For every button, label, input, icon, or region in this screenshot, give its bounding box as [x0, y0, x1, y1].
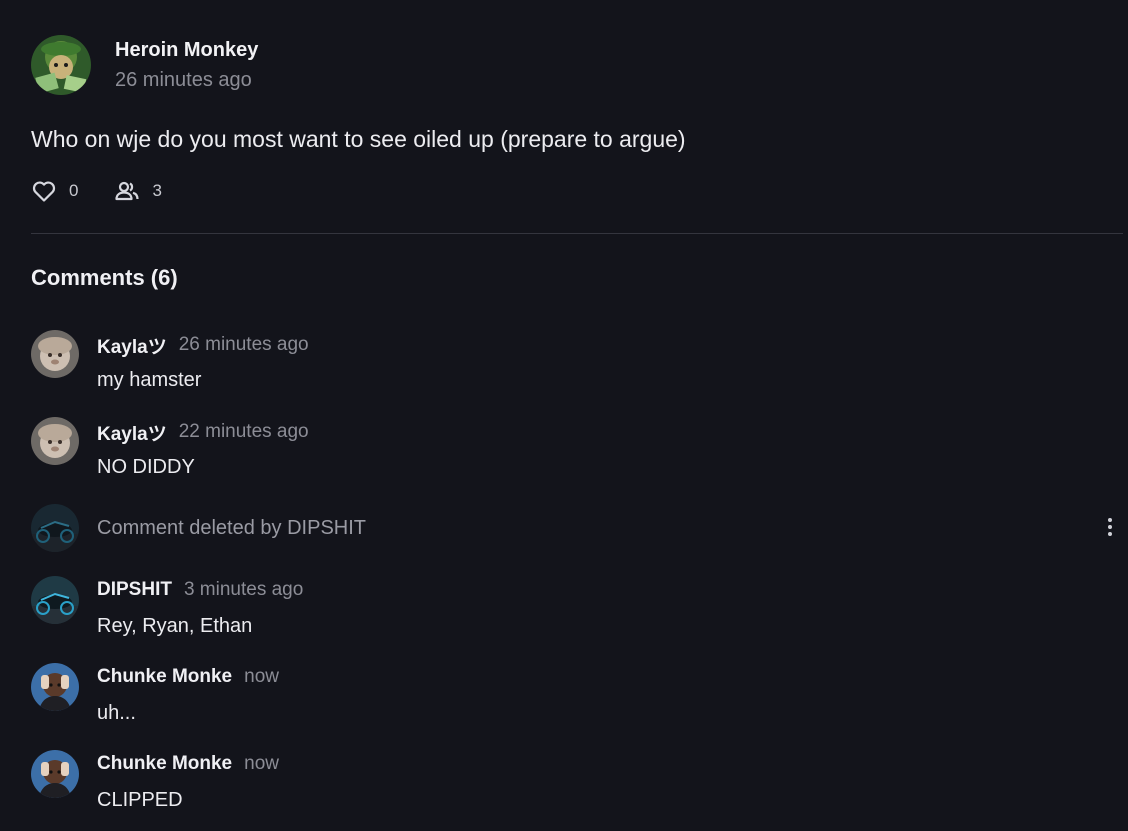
- comment-item: DIPSHIT 3 minutes ago Rey, Ryan, Ethan: [31, 576, 1123, 637]
- post-actions: 0 3: [31, 176, 162, 206]
- comment-header: DIPSHIT 3 minutes ago: [97, 576, 303, 604]
- deleted-comment-text: Comment deleted by DIPSHIT: [97, 517, 366, 539]
- section-divider: [31, 233, 1123, 234]
- post-page: Heroin Monkey 26 minutes ago Who on wje …: [0, 0, 1128, 831]
- deleted-comment-item: Comment deleted by DIPSHIT: [31, 504, 1123, 552]
- post-header: Heroin Monkey 26 minutes ago: [31, 35, 258, 95]
- comment-author-name[interactable]: DIPSHIT: [97, 579, 172, 601]
- comment-item: Chunke Monke now uh...: [31, 663, 1123, 724]
- comment-text: CLIPPED: [97, 789, 183, 811]
- comment-author-avatar[interactable]: [31, 417, 79, 465]
- heart-icon: [31, 179, 57, 203]
- comment-item: Chunke Monke now CLIPPED: [31, 750, 1123, 811]
- participant-count: 3: [152, 181, 162, 200]
- comment-timestamp: 26 minutes ago: [178, 334, 309, 355]
- participants-button[interactable]: 3: [114, 180, 162, 202]
- like-count: 0: [69, 181, 79, 200]
- comment-author-avatar[interactable]: [31, 330, 79, 378]
- comment-author-avatar[interactable]: [31, 663, 79, 711]
- comment-header: Chunke Monke now: [97, 663, 279, 691]
- comment-author-avatar[interactable]: [31, 576, 79, 624]
- people-icon: [114, 180, 140, 202]
- comment-text: my hamster: [97, 369, 202, 391]
- post-author-avatar[interactable]: [31, 35, 91, 95]
- comment-text: uh...: [97, 702, 136, 724]
- comment-author-name[interactable]: Kaylaツ: [97, 332, 167, 359]
- comment-author-name[interactable]: Kaylaツ: [97, 419, 167, 446]
- more-options-icon[interactable]: [1103, 518, 1117, 540]
- comment-timestamp: now: [244, 666, 279, 687]
- post-author-name[interactable]: Heroin Monkey: [115, 35, 258, 65]
- comment-item: Kaylaツ 26 minutes ago my hamster: [31, 330, 1123, 391]
- comment-author-avatar[interactable]: [31, 750, 79, 798]
- comment-item: Kaylaツ 22 minutes ago NO DIDDY: [31, 417, 1123, 478]
- comment-text: NO DIDDY: [97, 456, 195, 478]
- comment-header: Kaylaツ 26 minutes ago: [97, 331, 309, 359]
- comment-author-name[interactable]: Chunke Monke: [97, 666, 232, 688]
- comment-timestamp: 22 minutes ago: [178, 421, 309, 442]
- comment-timestamp: now: [244, 753, 279, 774]
- post-body-text: Who on wje do you most want to see oiled…: [31, 126, 686, 152]
- comment-header: Chunke Monke now: [97, 750, 279, 778]
- comments-heading: Comments (6): [31, 265, 178, 290]
- post-timestamp: 26 minutes ago: [115, 69, 252, 91]
- post-meta: Heroin Monkey 26 minutes ago: [115, 35, 258, 95]
- like-button[interactable]: 0: [31, 179, 78, 203]
- comment-header: Kaylaツ 22 minutes ago: [97, 418, 309, 446]
- comment-timestamp: 3 minutes ago: [183, 579, 304, 600]
- comment-author-name[interactable]: Chunke Monke: [97, 753, 232, 775]
- comment-text: Rey, Ryan, Ethan: [97, 615, 253, 637]
- comment-author-avatar[interactable]: [31, 504, 79, 552]
